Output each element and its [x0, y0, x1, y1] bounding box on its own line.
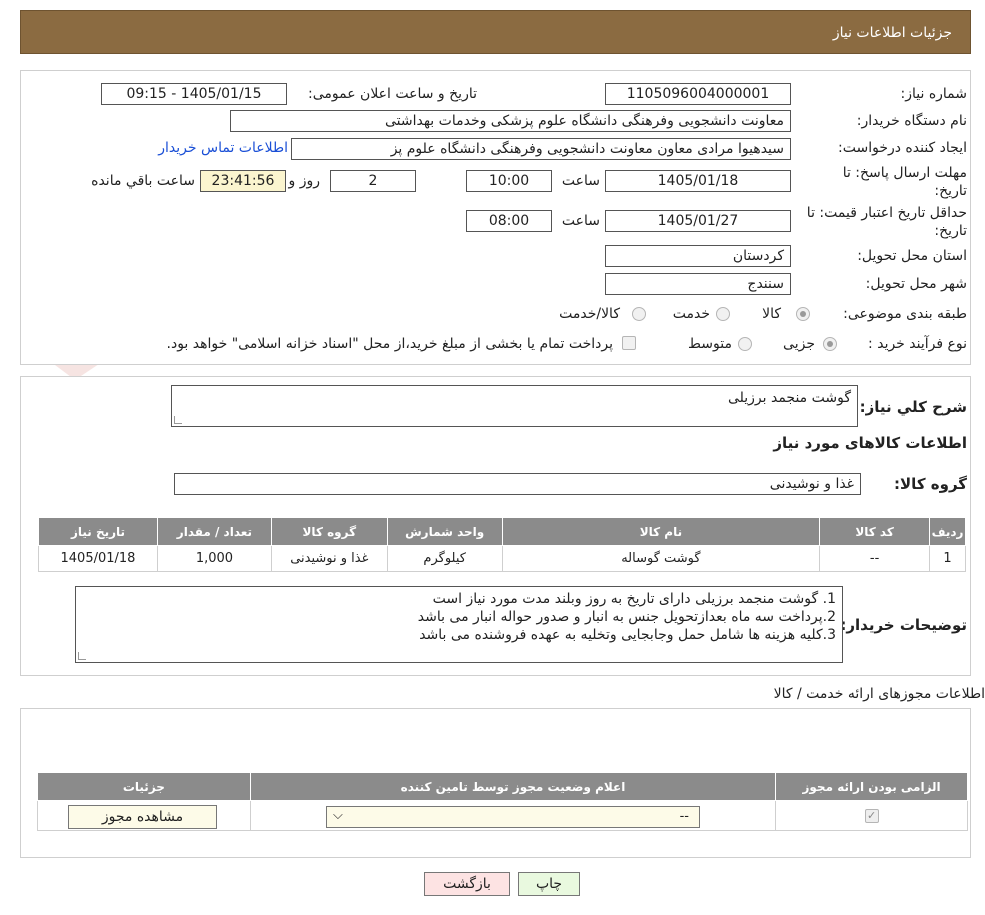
process-radio-medium[interactable]: [738, 337, 752, 351]
buyer-label: نام دستگاه خریدار:: [856, 113, 967, 129]
buyer-note-line-2: 2.پرداخت سه ماه بعدازتحویل جنس به انبار …: [417, 609, 836, 625]
process-option-medium: متوسط: [688, 336, 732, 352]
treasury-payment-checkbox[interactable]: [622, 336, 636, 350]
process-label: نوع فرآیند خرید :: [868, 336, 967, 352]
view-permit-button[interactable]: مشاهده مجوز: [68, 805, 217, 829]
city-label: شهر محل تحویل:: [865, 276, 967, 292]
cell-goods-group: غذا و نوشیدنی: [270, 545, 388, 572]
process-radio-minor[interactable]: [823, 337, 837, 351]
province-label: استان محل تحویل:: [857, 248, 967, 264]
permit-status-select[interactable]: -- ⌵: [326, 806, 700, 828]
validity-label-line1: حداقل تاریخ اعتبار قیمت: تا: [806, 205, 967, 221]
deadline-date-field: 1405/01/18: [605, 170, 791, 192]
col-need-date: تاریخ نیاز: [38, 517, 158, 546]
remaining-time-field: 23:41:56: [200, 170, 286, 192]
validity-time-field: 08:00: [466, 210, 552, 232]
need-number-field: 1105096004000001: [605, 83, 791, 105]
buyer-notes-resize-icon[interactable]: [78, 652, 86, 660]
summary-resize-icon[interactable]: [174, 416, 182, 424]
province-field: کردستان: [605, 245, 791, 267]
validity-date-field: 1405/01/27: [605, 210, 791, 232]
col-permit-status: اعلام وضعیت مجوز توسط تامین کننده: [249, 772, 777, 801]
remaining-time-label: ساعت باقي مانده: [91, 173, 195, 189]
col-permit-details: جزئیات: [37, 772, 251, 801]
goods-table-header-row: ردیف کد کالا نام کالا واحد شمارش گروه کا…: [38, 517, 966, 546]
category-option-goods: کالا: [762, 306, 781, 322]
deadline-time-field: 10:00: [466, 170, 552, 192]
buyer-notes-textarea[interactable]: 1. گوشت منجمد برزیلی دارای تاریخ به روز …: [75, 586, 843, 663]
back-button[interactable]: بازگشت: [424, 872, 510, 896]
cell-row-number: 1: [929, 545, 966, 572]
print-button[interactable]: چاپ: [518, 872, 580, 896]
col-permit-required: الزامی بودن ارائه مجوز: [775, 772, 968, 801]
summary-textarea[interactable]: گوشت منجمد برزیلی: [171, 385, 858, 427]
announce-field: 1405/01/15 - 09:15: [101, 83, 287, 105]
col-row-number: ردیف: [929, 517, 966, 546]
cell-permit-required: ✓: [775, 800, 968, 831]
category-option-service: خدمت: [672, 306, 710, 322]
creator-field: سیدهیوا مرادی معاون معاونت دانشجویی وفره…: [291, 138, 791, 160]
col-quantity: تعداد / مقدار: [156, 517, 272, 546]
cell-quantity: 1,000: [156, 545, 272, 572]
permits-header-row: الزامی بودن ارائه مجوز اعلام وضعیت مجوز …: [37, 772, 968, 801]
buyer-note-line-1: 1. گوشت منجمد برزیلی دارای تاریخ به روز …: [432, 591, 836, 607]
goods-group-label: گروه کالا:: [894, 475, 967, 493]
cell-item-name: گوشت گوساله: [501, 545, 821, 572]
city-field: سنندج: [605, 273, 791, 295]
category-radio-goods-service[interactable]: [632, 307, 646, 321]
deadline-label-line2: تاریخ:: [934, 183, 967, 199]
category-radio-service[interactable]: [716, 307, 730, 321]
col-unit: واحد شمارش: [386, 517, 503, 546]
page-title: جزئیات اطلاعات نیاز: [832, 25, 952, 41]
goods-group-field: غذا و نوشیدنی: [174, 473, 861, 495]
permit-status-value: --: [679, 809, 689, 824]
validity-time-label: ساعت: [561, 213, 600, 229]
treasury-payment-note: پرداخت تمام یا بخشی از مبلغ خرید،از محل …: [166, 336, 613, 352]
col-goods-group: گروه کالا: [270, 517, 388, 546]
page-title-bar: جزئیات اطلاعات نیاز: [20, 10, 971, 54]
need-number-label: شماره نیاز:: [900, 86, 968, 102]
col-item-name: نام کالا: [501, 517, 821, 546]
goods-table: ردیف کد کالا نام کالا واحد شمارش گروه کا…: [38, 517, 966, 572]
deadline-label-line1: مهلت ارسال پاسخ: تا: [842, 165, 967, 181]
deadline-days-field: 2: [330, 170, 416, 192]
permit-required-checkbox: ✓: [864, 809, 879, 823]
col-item-code: کد کالا: [819, 517, 931, 546]
buyer-notes-label: توضیحات خریدار:: [840, 616, 967, 634]
validity-label-line2: تاریخ:: [934, 223, 967, 239]
process-option-minor: جزیی: [783, 336, 815, 352]
cell-item-code: --: [819, 545, 931, 572]
creator-label: ایجاد کننده درخواست:: [838, 140, 967, 156]
chevron-down-icon: ⌵: [333, 808, 343, 823]
buyer-note-line-3: 3.کلیه هزینه ها شامل حمل وجابجایی وتخلیه…: [419, 627, 836, 643]
buyer-field: معاونت دانشجویی وفرهنگی دانشگاه علوم پزش…: [230, 110, 791, 132]
announce-label: تاریخ و ساعت اعلان عمومی:: [308, 86, 477, 102]
category-option-goods-service: کالا/خدمت: [559, 306, 620, 322]
goods-section-title: اطلاعات کالاهای مورد نیاز: [773, 434, 967, 452]
cell-unit: کیلوگرم: [386, 545, 503, 572]
summary-label: شرح كلي نياز:: [859, 398, 967, 416]
deadline-time-label: ساعت: [561, 173, 600, 189]
category-label: طبقه بندی موضوعی:: [843, 306, 967, 322]
deadline-days-label: روز و: [288, 173, 321, 189]
table-row: 1 -- گوشت گوساله کیلوگرم غذا و نوشیدنی 1…: [38, 545, 966, 572]
cell-need-date: 1405/01/18: [38, 545, 158, 572]
category-radio-goods[interactable]: [796, 307, 810, 321]
permits-section-title: اطلاعات مجوزهای ارائه خدمت / کالا: [773, 686, 985, 702]
buyer-contact-link[interactable]: اطلاعات تماس خریدار: [158, 140, 288, 156]
